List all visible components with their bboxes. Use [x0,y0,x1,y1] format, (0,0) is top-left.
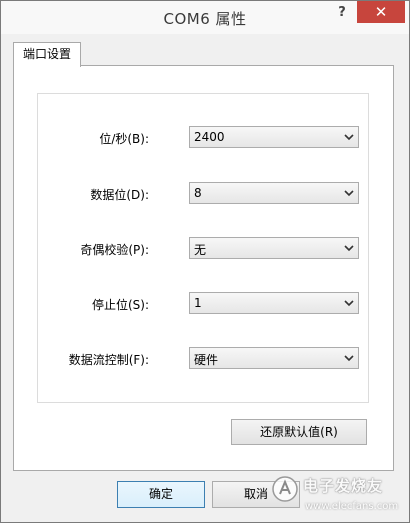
settings-group: 位/秒(B): 2400 数据位(D): 8 奇偶校验(P): 无 停止位(S)… [37,93,369,403]
baud-rate-value: 2400 [194,130,225,144]
stop-bits-value: 1 [194,296,202,310]
flow-control-select[interactable]: 硬件 [189,347,359,369]
watermark-url: www.elecfans.com [305,501,399,512]
parity-label: 奇偶校验(P): [80,243,149,257]
parity-select[interactable]: 无 [189,237,359,259]
data-bits-label: 数据位(D): [90,188,149,202]
ok-button[interactable]: 确定 [117,481,205,508]
stop-bits-label: 停止位(S): [91,298,149,312]
stop-bits-select[interactable]: 1 [189,292,359,314]
baud-rate-label: 位/秒(B): [99,132,149,146]
data-bits-value: 8 [194,186,202,200]
chevron-down-icon [344,355,354,362]
baud-rate-select[interactable]: 2400 [189,126,359,148]
close-button[interactable]: ✕ [357,1,405,23]
cancel-button[interactable]: 取消 [212,481,300,508]
parity-value: 无 [194,243,207,257]
watermark-text: 电子发烧友 [303,477,384,495]
tab-port-settings[interactable]: 端口设置 [13,42,81,67]
title-bar: COM6 属性 ? ✕ [1,1,409,34]
help-button[interactable]: ? [328,3,356,23]
chevron-down-icon [344,245,354,252]
restore-defaults-button[interactable]: 还原默认值(R) [231,419,367,445]
chevron-down-icon [344,134,354,141]
properties-dialog: COM6 属性 ? ✕ 端口设置 位/秒(B): 2400 数据位(D): 8 … [0,0,410,523]
tab-panel: 位/秒(B): 2400 数据位(D): 8 奇偶校验(P): 无 停止位(S)… [13,65,394,471]
flow-control-value: 硬件 [194,353,219,367]
flow-control-label: 数据流控制(F): [68,353,149,367]
chevron-down-icon [344,190,354,197]
chevron-down-icon [344,300,354,307]
data-bits-select[interactable]: 8 [189,182,359,204]
